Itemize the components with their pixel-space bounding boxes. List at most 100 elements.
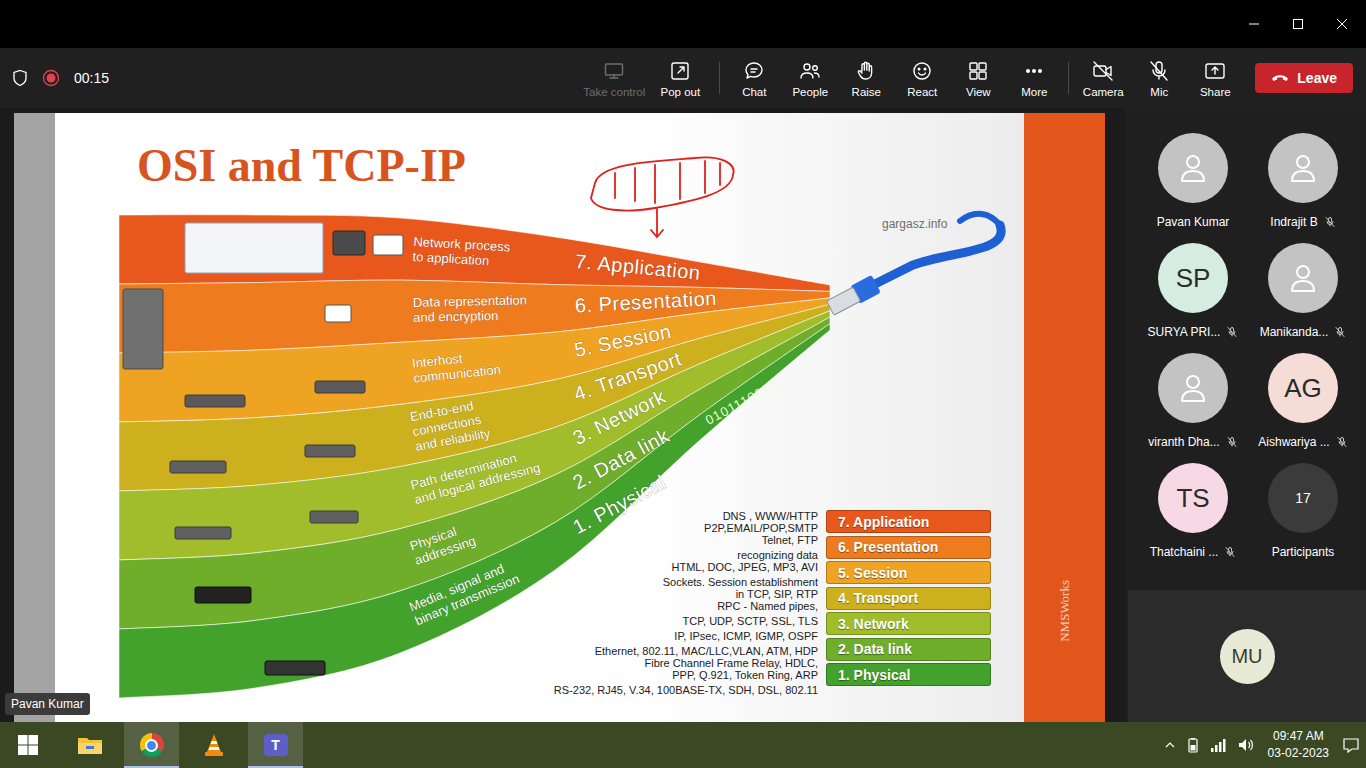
layer-description: Path determinationand logical addressing — [409, 445, 542, 507]
participant-name: Aishwariya ... — [1258, 435, 1347, 449]
brand-label: NMSWorks — [1057, 580, 1073, 642]
participant-tile[interactable]: SP SURYA PRI... — [1138, 243, 1248, 353]
minimize-icon — [1248, 18, 1260, 30]
leave-button[interactable]: Leave — [1255, 63, 1353, 93]
participant-name: viranth Dha... — [1148, 435, 1237, 449]
participant-name: Pavan Kumar — [1157, 215, 1230, 229]
participant-tile[interactable]: viranth Dha... — [1138, 353, 1248, 463]
notifications-icon[interactable] — [1342, 736, 1360, 754]
toolbar-label: Raise — [852, 86, 881, 98]
red-annotation — [591, 157, 734, 237]
mic-button[interactable]: Mic — [1131, 55, 1187, 102]
chat-button[interactable]: Chat — [726, 55, 782, 102]
teams-taskbar-button[interactable]: T — [248, 722, 303, 768]
chrome-taskbar-button[interactable] — [124, 722, 179, 768]
start-taskbar-button[interactable] — [0, 722, 55, 768]
vlc-taskbar-button[interactable] — [186, 722, 241, 768]
router-icon — [310, 511, 358, 523]
person-icon — [1285, 150, 1321, 186]
maximize-button[interactable] — [1276, 0, 1320, 48]
router-icon — [195, 587, 251, 603]
layer-band — [119, 317, 830, 629]
avatar — [1158, 353, 1228, 423]
vlc-icon — [203, 733, 225, 757]
cabinet-icon — [123, 289, 163, 369]
mic-icon — [1147, 59, 1171, 83]
people-icon — [798, 59, 822, 83]
toolbar-separator — [1068, 62, 1069, 94]
share-icon — [1203, 59, 1227, 83]
control-button: Take control — [581, 55, 647, 102]
self-view: MU — [1128, 590, 1366, 722]
shield-icon — [12, 69, 28, 87]
smile-icon — [910, 59, 934, 83]
participant-tile[interactable]: Indrajit B — [1248, 133, 1358, 243]
signal-icon[interactable] — [1210, 737, 1228, 753]
layer-box: 4. Transport — [826, 587, 991, 610]
layer-name: 1. Physical — [569, 471, 670, 538]
participant-tile[interactable]: Pavan Kumar — [1138, 133, 1248, 243]
hand-button[interactable]: Raise — [838, 55, 894, 102]
system-tray: 09:47 AM 03-02-2023 — [1164, 728, 1366, 762]
protocol-group: RS-232, RJ45, V.34, 100BASE-TX, SDH, DSL… — [518, 684, 818, 696]
toolbar-separator — [719, 62, 720, 94]
smile-button[interactable]: React — [894, 55, 950, 102]
toolbar-label: Share — [1200, 86, 1231, 98]
participant-tile[interactable]: TS Thatchaini ... — [1138, 463, 1248, 573]
muted-mic-icon — [1226, 326, 1238, 338]
switch-icon — [265, 661, 325, 675]
protocol-group: IP, IPsec, ICMP, IGMP, OSPF — [518, 630, 818, 642]
layer-description: Data representationand encryption — [413, 292, 528, 325]
dots-button[interactable]: More — [1006, 55, 1062, 102]
layer-band — [119, 215, 830, 292]
volume-icon[interactable] — [1237, 737, 1255, 753]
meeting-main: Network processto application7. Applicat… — [0, 108, 1366, 722]
more-participants-tile[interactable]: 17 Participants — [1248, 463, 1358, 573]
minimize-button[interactable] — [1232, 0, 1276, 48]
taskbar: T 09:47 AM 03-02-2023 — [0, 722, 1366, 768]
toolbar-label: Take control — [583, 86, 645, 98]
envelope-icon — [325, 305, 351, 322]
participant-name: Manikanda... — [1260, 325, 1347, 339]
popout-button[interactable]: Pop out — [647, 55, 713, 102]
layer-box: 2. Data link — [826, 638, 991, 661]
hang-up-icon — [1271, 72, 1289, 84]
layer-description: End-to-endconnectionsand reliability — [409, 396, 492, 454]
envelope-icon — [373, 235, 403, 255]
clock[interactable]: 09:47 AM 03-02-2023 — [1264, 728, 1333, 762]
layer-box-column: 7. Application6. Presentation5. Session4… — [826, 510, 991, 696]
teams-meeting-window: 00:15 Take control Pop out Chat People R… — [0, 0, 1366, 768]
protocol-group: DNS , WWW/HTTPP2P,EMAIL/POP,SMTPTelnet, … — [518, 510, 818, 546]
share-button[interactable]: Share — [1187, 55, 1243, 102]
chevron-up-icon[interactable] — [1164, 739, 1176, 751]
layer-name: 6. Presentation — [574, 287, 717, 316]
explorer-taskbar-button[interactable] — [62, 722, 117, 768]
battery-icon[interactable] — [1185, 737, 1201, 753]
participant-tile[interactable]: Manikanda... — [1248, 243, 1358, 353]
layer-box: 5. Session — [826, 561, 991, 584]
computer-icon — [333, 231, 365, 255]
title-bar — [0, 0, 1366, 48]
participant-count: 17 — [1268, 463, 1338, 533]
camera-button[interactable]: Camera — [1075, 55, 1131, 102]
slide: Network processto application7. Applicat… — [55, 113, 1024, 722]
participants-panel: Pavan Kumar Indrajit B SP SURYA PRI... M… — [1125, 108, 1366, 722]
slide-brand-strip: NMSWorks — [1024, 113, 1105, 722]
teams-icon: T — [264, 734, 288, 756]
grid-icon — [966, 59, 990, 83]
avatar — [1158, 133, 1228, 203]
muted-mic-icon — [1226, 436, 1238, 448]
grid-button[interactable]: View — [950, 55, 1006, 102]
close-button[interactable] — [1320, 0, 1364, 48]
slide-title: OSI and TCP-IP — [55, 113, 1024, 189]
layer-box: 7. Application — [826, 510, 991, 533]
layer-name: 7. Application — [574, 250, 701, 284]
toolbar-label: Chat — [742, 86, 766, 98]
toolbar-label: View — [966, 86, 991, 98]
chat-icon — [742, 59, 766, 83]
toolbar-label: More — [1021, 86, 1047, 98]
muted-mic-icon — [1336, 436, 1348, 448]
meeting-timer: 00:15 — [74, 70, 109, 86]
people-button[interactable]: People — [782, 55, 838, 102]
participant-tile[interactable]: AG Aishwariya ... — [1248, 353, 1358, 463]
